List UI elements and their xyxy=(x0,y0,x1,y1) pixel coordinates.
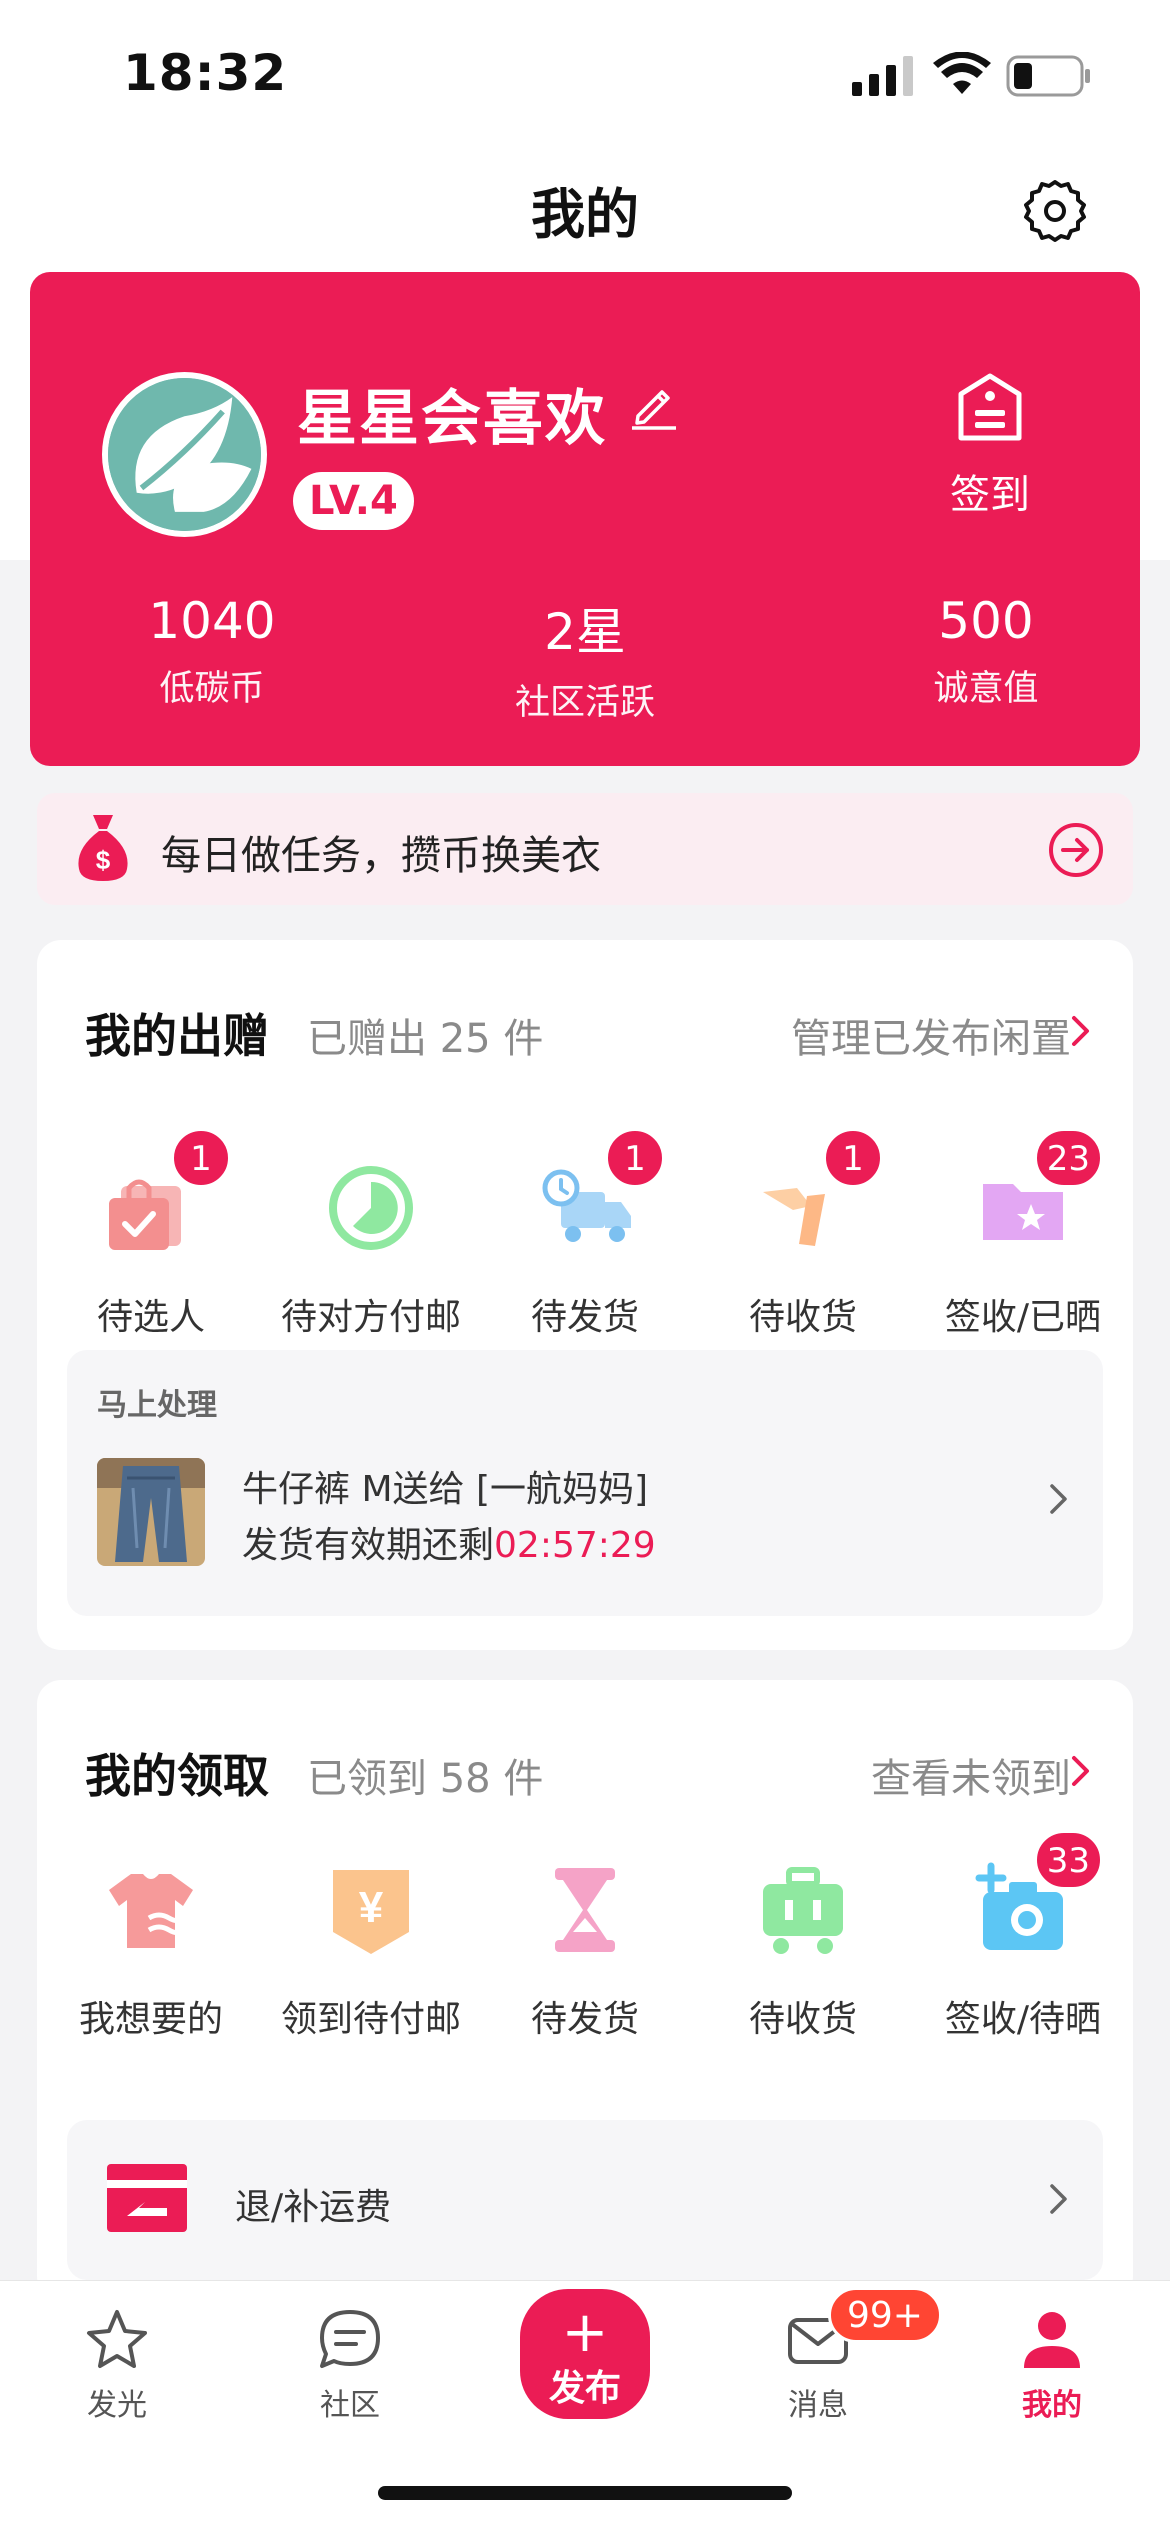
section-subtitle: 已赠出 25 件 xyxy=(307,1016,544,1062)
money-bag-icon: $ xyxy=(78,815,128,881)
checkin-tag-icon xyxy=(958,373,1022,441)
tab-shine[interactable]: 发光 xyxy=(37,2306,197,2424)
checkin-label: 签到 xyxy=(950,472,1030,518)
give-awaiting-shipment[interactable]: 1 待发货 xyxy=(475,1128,695,1340)
count-badge: 1 xyxy=(605,1128,665,1188)
deadline-prefix: 发货有效期还剩 xyxy=(242,1525,495,1566)
stat-label: 低碳币 xyxy=(159,669,265,709)
banner-text: 每日做任务，攒币换美衣 xyxy=(161,833,601,879)
give-signed-shared[interactable]: 23 签收/已晒 xyxy=(913,1128,1133,1340)
get-awaiting-shipment[interactable]: 待发货 xyxy=(475,1860,695,2042)
refund-shipping-row[interactable]: 退/补运费 xyxy=(67,2120,1103,2280)
manage-listings-link[interactable]: 管理已发布闲置 xyxy=(791,1006,1071,1064)
circle-arrow-right-icon xyxy=(1049,823,1103,877)
page-title: 我的 xyxy=(531,183,639,246)
person-icon xyxy=(1024,2312,1080,2368)
count-badge: 1 xyxy=(171,1128,231,1188)
item-label: 待收货 xyxy=(748,1999,857,2040)
chevron-right-icon xyxy=(1050,1484,1067,1514)
section-title: 我的出赠 xyxy=(85,1009,269,1063)
refund-label: 退/补运费 xyxy=(235,2187,392,2228)
item-label: 待对方付邮 xyxy=(280,1297,461,1338)
count-badge: 33 xyxy=(1033,1830,1103,1890)
star-icon xyxy=(87,2310,147,2368)
stat-label: 社区活跃 xyxy=(514,683,655,723)
pending-task-box[interactable]: 马上处理 牛仔裤 M送给 [一航妈妈] 发货有效期还剩02:57:29 xyxy=(67,1350,1103,1616)
stat-value: 500 xyxy=(938,592,1034,650)
stat-carbon-coins[interactable]: 1040 低碳币 xyxy=(62,592,362,711)
view-not-received-link[interactable]: 查看未领到 xyxy=(871,1746,1071,1804)
chat-bubble-icon xyxy=(320,2310,380,2368)
chevron-right-icon xyxy=(1072,1016,1089,1046)
tab-label: 我的 xyxy=(1022,2388,1082,2423)
svg-text:¥: ¥ xyxy=(359,1883,384,1932)
jeans-thumbnail xyxy=(97,1458,205,1566)
task-title: 牛仔裤 M送给 [一航妈妈] xyxy=(242,1469,649,1510)
stat-sincerity[interactable]: 500 诚意值 xyxy=(836,592,1136,711)
task-deadline: 发货有效期还剩02:57:29 xyxy=(242,1516,656,1568)
status-time: 18:32 xyxy=(123,44,288,102)
settings-gear-icon[interactable] xyxy=(1022,178,1088,244)
tab-label: 消息 xyxy=(788,2388,848,2423)
stat-label: 诚意值 xyxy=(933,669,1039,709)
count-badge: 23 xyxy=(1033,1128,1103,1188)
stat-community-activity[interactable]: 2星 社区活跃 xyxy=(435,592,735,725)
section-subtitle: 已领到 58 件 xyxy=(307,1756,544,1802)
chevron-right-icon xyxy=(1072,1756,1089,1786)
item-label: 我想要的 xyxy=(78,1999,223,2040)
chevron-right-icon xyxy=(1050,2184,1067,2214)
item-label: 待选人 xyxy=(96,1297,205,1338)
get-awaiting-postage[interactable]: ¥ 领到待付邮 xyxy=(261,1860,481,2042)
tab-mine[interactable]: 我的 xyxy=(972,2306,1132,2424)
give-pending-select[interactable]: 1 待选人 xyxy=(41,1128,261,1340)
profile-card: 星星会喜欢 LV.4 签到 1040 低碳币 2星 社区活跃 500 诚意值 xyxy=(30,272,1140,766)
publish-button[interactable]: + 发布 xyxy=(520,2289,650,2419)
battery-icon xyxy=(1006,55,1090,97)
level-badge: LV.4 xyxy=(293,472,414,530)
checkin-button[interactable]: 签到 xyxy=(910,372,1070,520)
username: 星星会喜欢 xyxy=(297,384,607,454)
wallet-refund-icon xyxy=(107,2164,187,2232)
cellular-signal-icon xyxy=(852,56,913,96)
message-count-badge: 99+ xyxy=(828,2287,942,2343)
svg-text:$: $ xyxy=(96,845,111,875)
item-label: 领到待付邮 xyxy=(280,1999,461,2040)
task-heading: 马上处理 xyxy=(97,1388,217,1423)
get-signed-to-share[interactable]: 33 签收/待晒 xyxy=(913,1830,1133,2042)
plus-icon: + xyxy=(561,2300,609,2365)
count-badge: 1 xyxy=(823,1128,883,1188)
hourglass-icon xyxy=(555,1868,615,1952)
item-label: 待发货 xyxy=(530,1297,639,1338)
section-title: 我的领取 xyxy=(85,1749,269,1803)
stat-value: 2星 xyxy=(544,603,626,661)
daily-task-banner[interactable]: $ 每日做任务，攒币换美衣 xyxy=(37,793,1133,905)
home-indicator xyxy=(378,2486,792,2500)
timer-circle-icon xyxy=(329,1166,413,1250)
my-giveaways-card: 我的出赠 已赠出 25 件 管理已发布闲置 1 待选人 待对方付邮 1 待发货 … xyxy=(37,940,1133,1650)
tab-label: 发布 xyxy=(548,2368,621,2409)
leaf-avatar-icon xyxy=(108,378,261,531)
tab-community[interactable]: 社区 xyxy=(270,2306,430,2424)
status-bar: 18:32 xyxy=(0,0,1170,140)
stat-value: 1040 xyxy=(148,592,276,650)
item-label: 签收/已晒 xyxy=(944,1297,1102,1338)
give-awaiting-receipt[interactable]: 1 待收货 xyxy=(693,1128,913,1340)
item-label: 签收/待晒 xyxy=(944,1999,1102,2040)
tab-label: 发光 xyxy=(87,2388,147,2423)
yen-tag-icon: ¥ xyxy=(333,1870,409,1954)
item-label: 待发货 xyxy=(530,1999,639,2040)
tshirt-icon xyxy=(109,1874,193,1948)
my-receipts-card: 我的领取 已领到 58 件 查看未领到 我想要的 ¥ 领到待付邮 待发货 待收货… xyxy=(37,1680,1133,2300)
tab-label: 社区 xyxy=(320,2388,380,2423)
cart-icon xyxy=(763,1867,843,1954)
edit-pencil-icon[interactable] xyxy=(628,378,680,430)
countdown-timer: 02:57:29 xyxy=(494,1525,656,1566)
get-awaiting-receipt[interactable]: 待收货 xyxy=(693,1860,913,2042)
avatar[interactable] xyxy=(102,372,267,537)
get-wishlist[interactable]: 我想要的 xyxy=(41,1860,261,2042)
item-label: 待收货 xyxy=(748,1297,857,1338)
wifi-icon xyxy=(933,52,991,94)
give-awaiting-postage[interactable]: 待对方付邮 xyxy=(261,1158,481,1340)
